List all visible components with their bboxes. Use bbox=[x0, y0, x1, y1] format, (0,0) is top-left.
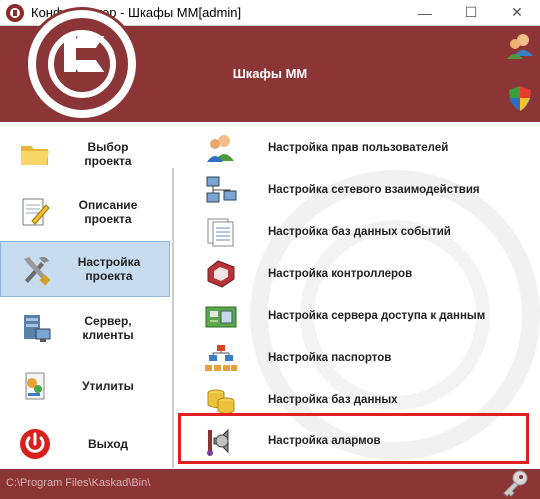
close-button[interactable]: ✕ bbox=[494, 0, 540, 26]
menu-item-passports[interactable]: Настройка паспортов bbox=[176, 340, 526, 376]
status-path: C:\Program Files\Kaskad\Bin\ bbox=[6, 477, 151, 489]
power-icon bbox=[20, 429, 50, 459]
menu-item-label: Настройка баз данных bbox=[268, 394, 398, 406]
menu-item-event-databases[interactable]: Настройка баз данных событий bbox=[176, 214, 526, 250]
menu-item-network[interactable]: Настройка сетевого взаимодействия bbox=[176, 172, 526, 208]
maximize-button[interactable]: ☐ bbox=[448, 0, 494, 26]
server-board-icon bbox=[205, 306, 237, 328]
sidebar-item-server-clients[interactable]: Сервер, клиенты bbox=[0, 300, 170, 356]
selection-highlight bbox=[178, 413, 529, 464]
sidebar-item-project-settings[interactable]: Настройка проекта bbox=[0, 241, 170, 297]
sidebar-item-label: Сервер, клиенты bbox=[82, 314, 134, 342]
documents-icon bbox=[207, 218, 234, 247]
menu-item-label: Настройка прав пользователей bbox=[268, 142, 449, 154]
utilities-icon bbox=[25, 372, 45, 400]
network-icon bbox=[206, 176, 237, 203]
hierarchy-icon bbox=[205, 345, 237, 371]
status-bar: C:\Program Files\Kaskad\Bin\ bbox=[0, 469, 540, 499]
menu-item-label: Настройка баз данных событий bbox=[268, 226, 451, 238]
users-icon[interactable] bbox=[506, 32, 534, 60]
menu-item-label: Настройка сетевого взаимодействия bbox=[268, 184, 480, 196]
menu-item-label: Настройка сервера доступа к данным bbox=[268, 310, 486, 322]
sidebar-item-exit[interactable]: Выход bbox=[0, 416, 170, 472]
sidebar: Выбор проекта Описание проекта Настройка… bbox=[0, 122, 172, 469]
menu-item-label: Настройка паспортов bbox=[268, 352, 392, 364]
controller-icon bbox=[207, 260, 235, 288]
menu-item-data-access-server[interactable]: Настройка сервера доступа к данным bbox=[176, 298, 526, 334]
menu-item-label: Настройка контроллеров bbox=[268, 268, 413, 280]
minimize-button[interactable]: — bbox=[402, 0, 448, 26]
users-icon bbox=[207, 135, 234, 162]
key-icon[interactable] bbox=[500, 469, 530, 497]
app-logo-icon bbox=[6, 3, 24, 22]
server-icon bbox=[24, 315, 51, 342]
sidebar-item-utilities[interactable]: Утилиты bbox=[0, 358, 170, 414]
sidebar-item-project-description[interactable]: Описание проекта bbox=[0, 184, 170, 240]
shield-icon[interactable] bbox=[506, 84, 534, 112]
sidebar-item-label: Выбор проекта bbox=[84, 140, 132, 168]
sidebar-item-select-project[interactable]: Выбор проекта bbox=[0, 126, 170, 182]
sidebar-item-label: Выход bbox=[87, 437, 129, 451]
notepad-pencil-icon bbox=[22, 198, 50, 226]
folder-icon bbox=[21, 146, 49, 165]
tools-icon bbox=[24, 257, 51, 286]
sidebar-item-label: Описание проекта bbox=[78, 198, 138, 226]
menu-item-user-rights[interactable]: Настройка прав пользователей bbox=[176, 130, 526, 166]
menu-item-controllers[interactable]: Настройка контроллеров bbox=[176, 256, 526, 292]
sidebar-item-label: Настройка проекта bbox=[77, 255, 141, 283]
database-icon bbox=[207, 389, 235, 414]
kaskad-logo bbox=[28, 10, 136, 118]
sidebar-divider bbox=[172, 168, 174, 468]
sidebar-item-label: Утилиты bbox=[82, 379, 134, 393]
